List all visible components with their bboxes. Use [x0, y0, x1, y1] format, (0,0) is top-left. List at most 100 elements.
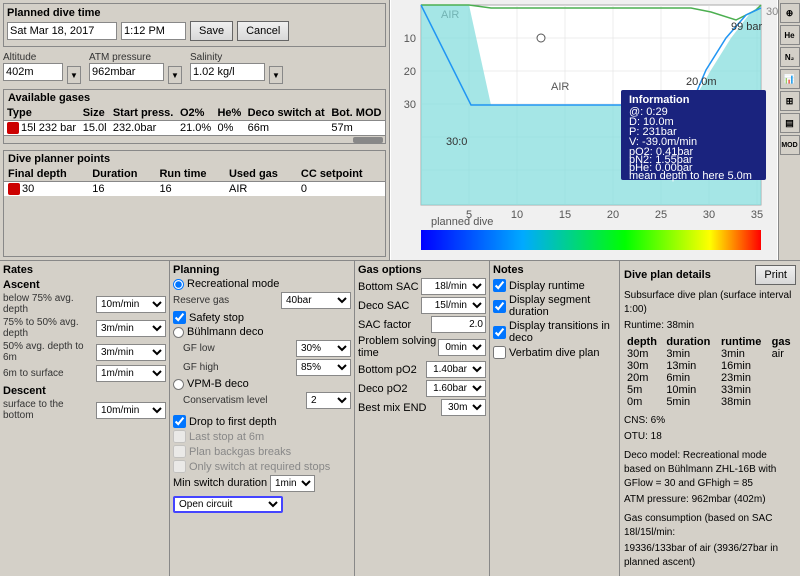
- gas-consumption-text: 19336/133bar of air (3936/27bar in plann…: [624, 542, 796, 570]
- dp-dur-2: 6min: [663, 372, 718, 384]
- dp-depth-3: 5m: [624, 384, 663, 396]
- plus-icon[interactable]: ⊕: [780, 3, 800, 23]
- vpm-radio[interactable]: [173, 379, 184, 390]
- sac-factor-input[interactable]: [431, 316, 486, 333]
- rate-label-5: surface to the bottom: [3, 399, 96, 421]
- last-stop-checkbox[interactable]: [173, 430, 186, 443]
- deco-po2-label: Deco pO2: [358, 383, 408, 395]
- plan-backgas-checkbox[interactable]: [173, 445, 186, 458]
- rate-select-3[interactable]: 3m/min: [96, 344, 166, 361]
- problem-solving-select[interactable]: 0min: [438, 339, 486, 356]
- circuit-select[interactable]: Open circuit: [173, 496, 283, 513]
- dp-dur-4: 5min: [663, 396, 718, 408]
- svg-text:20: 20: [404, 66, 416, 78]
- svg-text:99 bar: 99 bar: [731, 21, 763, 33]
- gas-start-press: 232.0bar: [110, 121, 177, 136]
- conservatism-label: Conservatism level: [183, 395, 306, 406]
- deco-sac-select[interactable]: 15l/min: [421, 297, 486, 314]
- col-bot-mod: Bot. MOD: [328, 106, 385, 121]
- svg-text:Information: Information: [629, 94, 690, 106]
- dp-col-runtime: runtime: [718, 336, 769, 348]
- rate-select-1[interactable]: 10m/min: [96, 296, 166, 313]
- best-mix-label: Best mix END: [358, 402, 426, 414]
- recreational-radio[interactable]: [173, 279, 184, 290]
- last-stop-label: Last stop at 6m: [189, 431, 264, 443]
- drop-to-first-checkbox[interactable]: [173, 415, 186, 428]
- planner-tank-icon: [8, 183, 20, 195]
- dp-rt-4: 38min: [718, 396, 769, 408]
- gf-low-select[interactable]: 30%: [296, 340, 351, 357]
- rate-select-5[interactable]: 10m/min: [96, 402, 166, 419]
- salinity-input[interactable]: [190, 63, 265, 81]
- drop-to-first-label: Drop to first depth: [189, 416, 276, 428]
- atm-pressure-input[interactable]: [89, 63, 164, 81]
- col-size: Size: [80, 106, 110, 121]
- safety-stop-checkbox[interactable]: [173, 311, 186, 324]
- dp-depth-2: 20m: [624, 372, 663, 384]
- gas-type: 15l 232 bar: [21, 122, 76, 134]
- cancel-button[interactable]: Cancel: [237, 21, 289, 41]
- ascent-label: Ascent: [3, 279, 166, 291]
- svg-text:30: 30: [703, 209, 715, 221]
- gf-high-select[interactable]: 85%: [296, 359, 351, 376]
- conservatism-select[interactable]: 2: [306, 392, 351, 409]
- planning-title: Planning: [173, 264, 351, 276]
- mod-icon[interactable]: MOD: [780, 135, 800, 155]
- gas-bot-mod: 57m: [328, 121, 385, 136]
- chart-icon[interactable]: 📊: [780, 69, 800, 89]
- gas-deco-switch: 66m: [245, 121, 329, 136]
- save-button[interactable]: Save: [190, 21, 233, 41]
- gas-he: 0%: [214, 121, 244, 136]
- altitude-input[interactable]: [3, 63, 63, 81]
- svg-text:10: 10: [404, 33, 416, 45]
- rate-select-2[interactable]: 3m/min: [96, 320, 166, 337]
- dp-row: 0m 5min 38min: [624, 396, 796, 408]
- planner-runtime: 16: [155, 182, 225, 197]
- reserve-gas-select[interactable]: 40bar: [281, 292, 351, 309]
- descent-label: Descent: [3, 385, 166, 397]
- bottom-po2-select[interactable]: 1.40bar: [426, 361, 486, 378]
- deco-model-text: Deco model: Recreational mode based on B…: [624, 449, 796, 491]
- verbatim-checkbox[interactable]: [493, 346, 506, 359]
- bottom-sac-select[interactable]: 18l/min: [421, 278, 486, 295]
- min-switch-select[interactable]: 1min: [270, 475, 315, 492]
- dp-gas-1: [769, 360, 796, 372]
- display-segment-checkbox[interactable]: [493, 300, 506, 313]
- gas-consumption-label: Gas consumption (based on SAC 18l/15l/mi…: [624, 512, 796, 540]
- dp-col-duration: duration: [663, 336, 718, 348]
- rate-select-4[interactable]: 1m/min: [96, 365, 166, 382]
- dp-rt-0: 3min: [718, 348, 769, 360]
- planner-duration: 16: [88, 182, 155, 197]
- deco-po2-select[interactable]: 1.60bar: [426, 380, 486, 397]
- svg-text:30: 30: [404, 99, 416, 111]
- deco-sac-label: Deco SAC: [358, 300, 409, 312]
- salinity-label: Salinity: [190, 52, 265, 63]
- col-run-time: Run time: [155, 167, 225, 182]
- time-input[interactable]: [121, 22, 186, 40]
- gf-low-label: GF low: [183, 343, 296, 354]
- date-input[interactable]: [7, 22, 117, 40]
- only-switch-checkbox[interactable]: [173, 460, 186, 473]
- list-icon[interactable]: ▤: [780, 113, 800, 133]
- dp-rt-1: 16min: [718, 360, 769, 372]
- col-cc-setpoint: CC setpoint: [297, 167, 385, 182]
- svg-text:25: 25: [655, 209, 667, 221]
- print-button[interactable]: Print: [755, 265, 796, 285]
- vpm-label: VPM-B deco: [187, 378, 249, 390]
- atm-pressure-label: ATM pressure: [89, 52, 164, 63]
- grid-icon[interactable]: ⊞: [780, 91, 800, 111]
- svg-text:10: 10: [511, 209, 523, 221]
- planner-used-gas: AIR: [225, 182, 297, 197]
- display-runtime-label: Display runtime: [509, 280, 585, 292]
- otu-label: OTU: 18: [624, 430, 796, 444]
- altitude-label: Altitude: [3, 52, 63, 63]
- svg-text:AIR: AIR: [551, 81, 569, 93]
- display-transitions-checkbox[interactable]: [493, 326, 506, 339]
- n2-icon[interactable]: N₂: [780, 47, 800, 67]
- best-mix-select[interactable]: 30m: [441, 399, 486, 416]
- dp-dur-1: 13min: [663, 360, 718, 372]
- buhlmann-radio[interactable]: [173, 327, 184, 338]
- display-runtime-checkbox[interactable]: [493, 279, 506, 292]
- he-icon[interactable]: He: [780, 25, 800, 45]
- dp-row: 5m 10min 33min: [624, 384, 796, 396]
